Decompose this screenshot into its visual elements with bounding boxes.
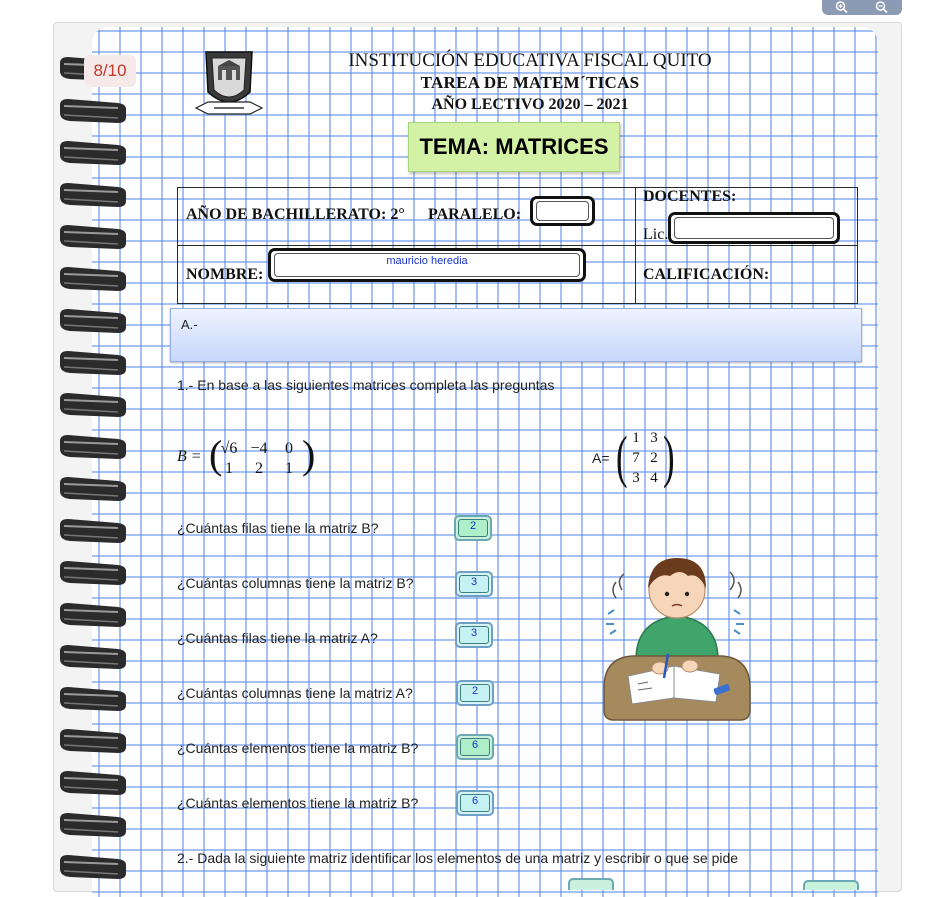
question-text: ¿Cuántas columnas tiene la matriz B? (177, 575, 414, 591)
matrix-cell: √6 (220, 440, 238, 457)
topic-banner: TEMA: MATRICES (408, 122, 620, 172)
zoom-in-button[interactable] (832, 1, 852, 14)
answer-value: 2 (460, 684, 490, 702)
matrix-cell: −4 (250, 440, 268, 457)
matrix-a-row: 72 (626, 449, 662, 467)
spiral-coil (60, 729, 126, 753)
spiral-coil (60, 99, 126, 123)
spiral-coil (60, 141, 126, 165)
matrix-cell: 1 (225, 460, 233, 477)
parallel-field[interactable] (530, 196, 595, 226)
document-header: INSTITUCIÓN EDUCATIVA FISCAL QUITO TAREA… (320, 50, 740, 116)
matrix-a-row: 34 (626, 469, 662, 487)
matrix-cell: 7 (632, 450, 640, 466)
name-label: NOMBRE: (186, 266, 264, 283)
student-name-value: mauricio heredia (274, 253, 580, 277)
student-name-field[interactable]: mauricio heredia (268, 248, 586, 282)
spiral-coil (60, 225, 126, 249)
question1-prompt: 1.- En base a las siguientes matrices co… (177, 377, 555, 393)
matrix-cell: 2 (650, 450, 658, 466)
table-divider-horizontal (178, 245, 857, 246)
matrix-cell: 4 (650, 470, 658, 486)
answer-value: 2 (458, 519, 488, 537)
teacher-name-field[interactable] (668, 212, 840, 244)
answer-field[interactable]: 6 (456, 790, 494, 816)
section-a-label: A.- (181, 317, 198, 332)
matrix-cell: 2 (255, 460, 263, 477)
matrix-b-label: B = (177, 448, 202, 465)
zoom-toolbar (822, 0, 902, 15)
spiral-coil (60, 267, 126, 291)
task-title: TAREA DE MATEM´TICAS (420, 73, 640, 92)
matrix-cell: 1 (285, 460, 293, 477)
zoom-out-icon (875, 1, 888, 14)
matrix-cell: 3 (632, 470, 640, 486)
answer-field[interactable]: 3 (455, 622, 493, 648)
spiral-coil (60, 309, 126, 333)
answer-value: 3 (459, 626, 489, 644)
spiral-coil (60, 771, 126, 795)
matrix-a-label: A= (592, 450, 610, 466)
section-a-band: A.- (170, 308, 862, 362)
spiral-coil (60, 393, 126, 417)
studying-boy-illustration (603, 558, 751, 721)
answer-value: 6 (460, 794, 490, 812)
school-name: INSTITUCIÓN EDUCATIVA FISCAL QUITO (348, 50, 712, 71)
matrix-cell: 0 (285, 440, 293, 457)
matrix-cell: 3 (650, 430, 658, 446)
matrix-b-right-paren: ) (302, 432, 316, 477)
grade-label: AÑO DE BACHILLERATO: 2° (186, 206, 405, 223)
school-logo (194, 51, 264, 115)
question-text: ¿Cuántas filas tiene la matriz B? (177, 520, 379, 536)
question-text: ¿Cuántas elementos tiene la matriz B? (177, 795, 419, 811)
question-text: ¿Cuántas filas tiene la matriz A? (177, 630, 378, 646)
spiral-coil (60, 519, 126, 543)
spiral-coil (60, 561, 126, 585)
spiral-coil (60, 687, 126, 711)
question-text: ¿Cuántas columnas tiene la matriz A? (177, 685, 413, 701)
answer-value: 3 (459, 575, 489, 593)
parallel-label: PARALELO: (428, 206, 522, 223)
lic-label: Lic. (643, 226, 669, 243)
matrix-cell: 1 (632, 430, 640, 446)
spiral-coil (60, 183, 126, 207)
spiral-coil (60, 645, 126, 669)
question2-prompt: 2.- Dada la siguiente matriz identificar… (177, 850, 739, 866)
zoom-out-button[interactable] (872, 1, 892, 14)
parallel-value (536, 201, 589, 221)
spiral-coil (60, 435, 126, 459)
spiral-coil (60, 603, 126, 627)
spiral-coil (60, 855, 126, 879)
score-label: CALIFICACIÓN: (643, 266, 770, 283)
answer-field[interactable]: 3 (455, 571, 493, 597)
spiral-coil (60, 477, 126, 501)
answer-value: 6 (460, 738, 490, 756)
question-text: ¿Cuántas elementos tiene la matriz B? (177, 740, 419, 756)
matrix-a-right-paren: ) (663, 424, 675, 489)
answer-field[interactable] (803, 880, 859, 890)
zoom-in-icon (835, 1, 848, 14)
matrix-b-row: 1 2 1 (219, 460, 299, 478)
spiral-coil (60, 351, 126, 375)
teacher-name-value (674, 217, 834, 239)
student-info-table (177, 187, 858, 304)
teachers-label: DOCENTES: (643, 188, 737, 205)
answer-field[interactable] (568, 878, 614, 890)
answer-field[interactable]: 2 (454, 515, 492, 541)
answer-field[interactable]: 2 (456, 680, 494, 706)
answer-field[interactable]: 6 (456, 734, 494, 760)
matrix-b-row: √6 −4 0 (219, 440, 299, 458)
page-indicator: 8/10 (84, 55, 136, 87)
spiral-coil (60, 813, 126, 837)
school-year: AÑO LECTIVO 2020 – 2021 (431, 96, 629, 113)
matrix-a-row: 13 (626, 429, 662, 447)
